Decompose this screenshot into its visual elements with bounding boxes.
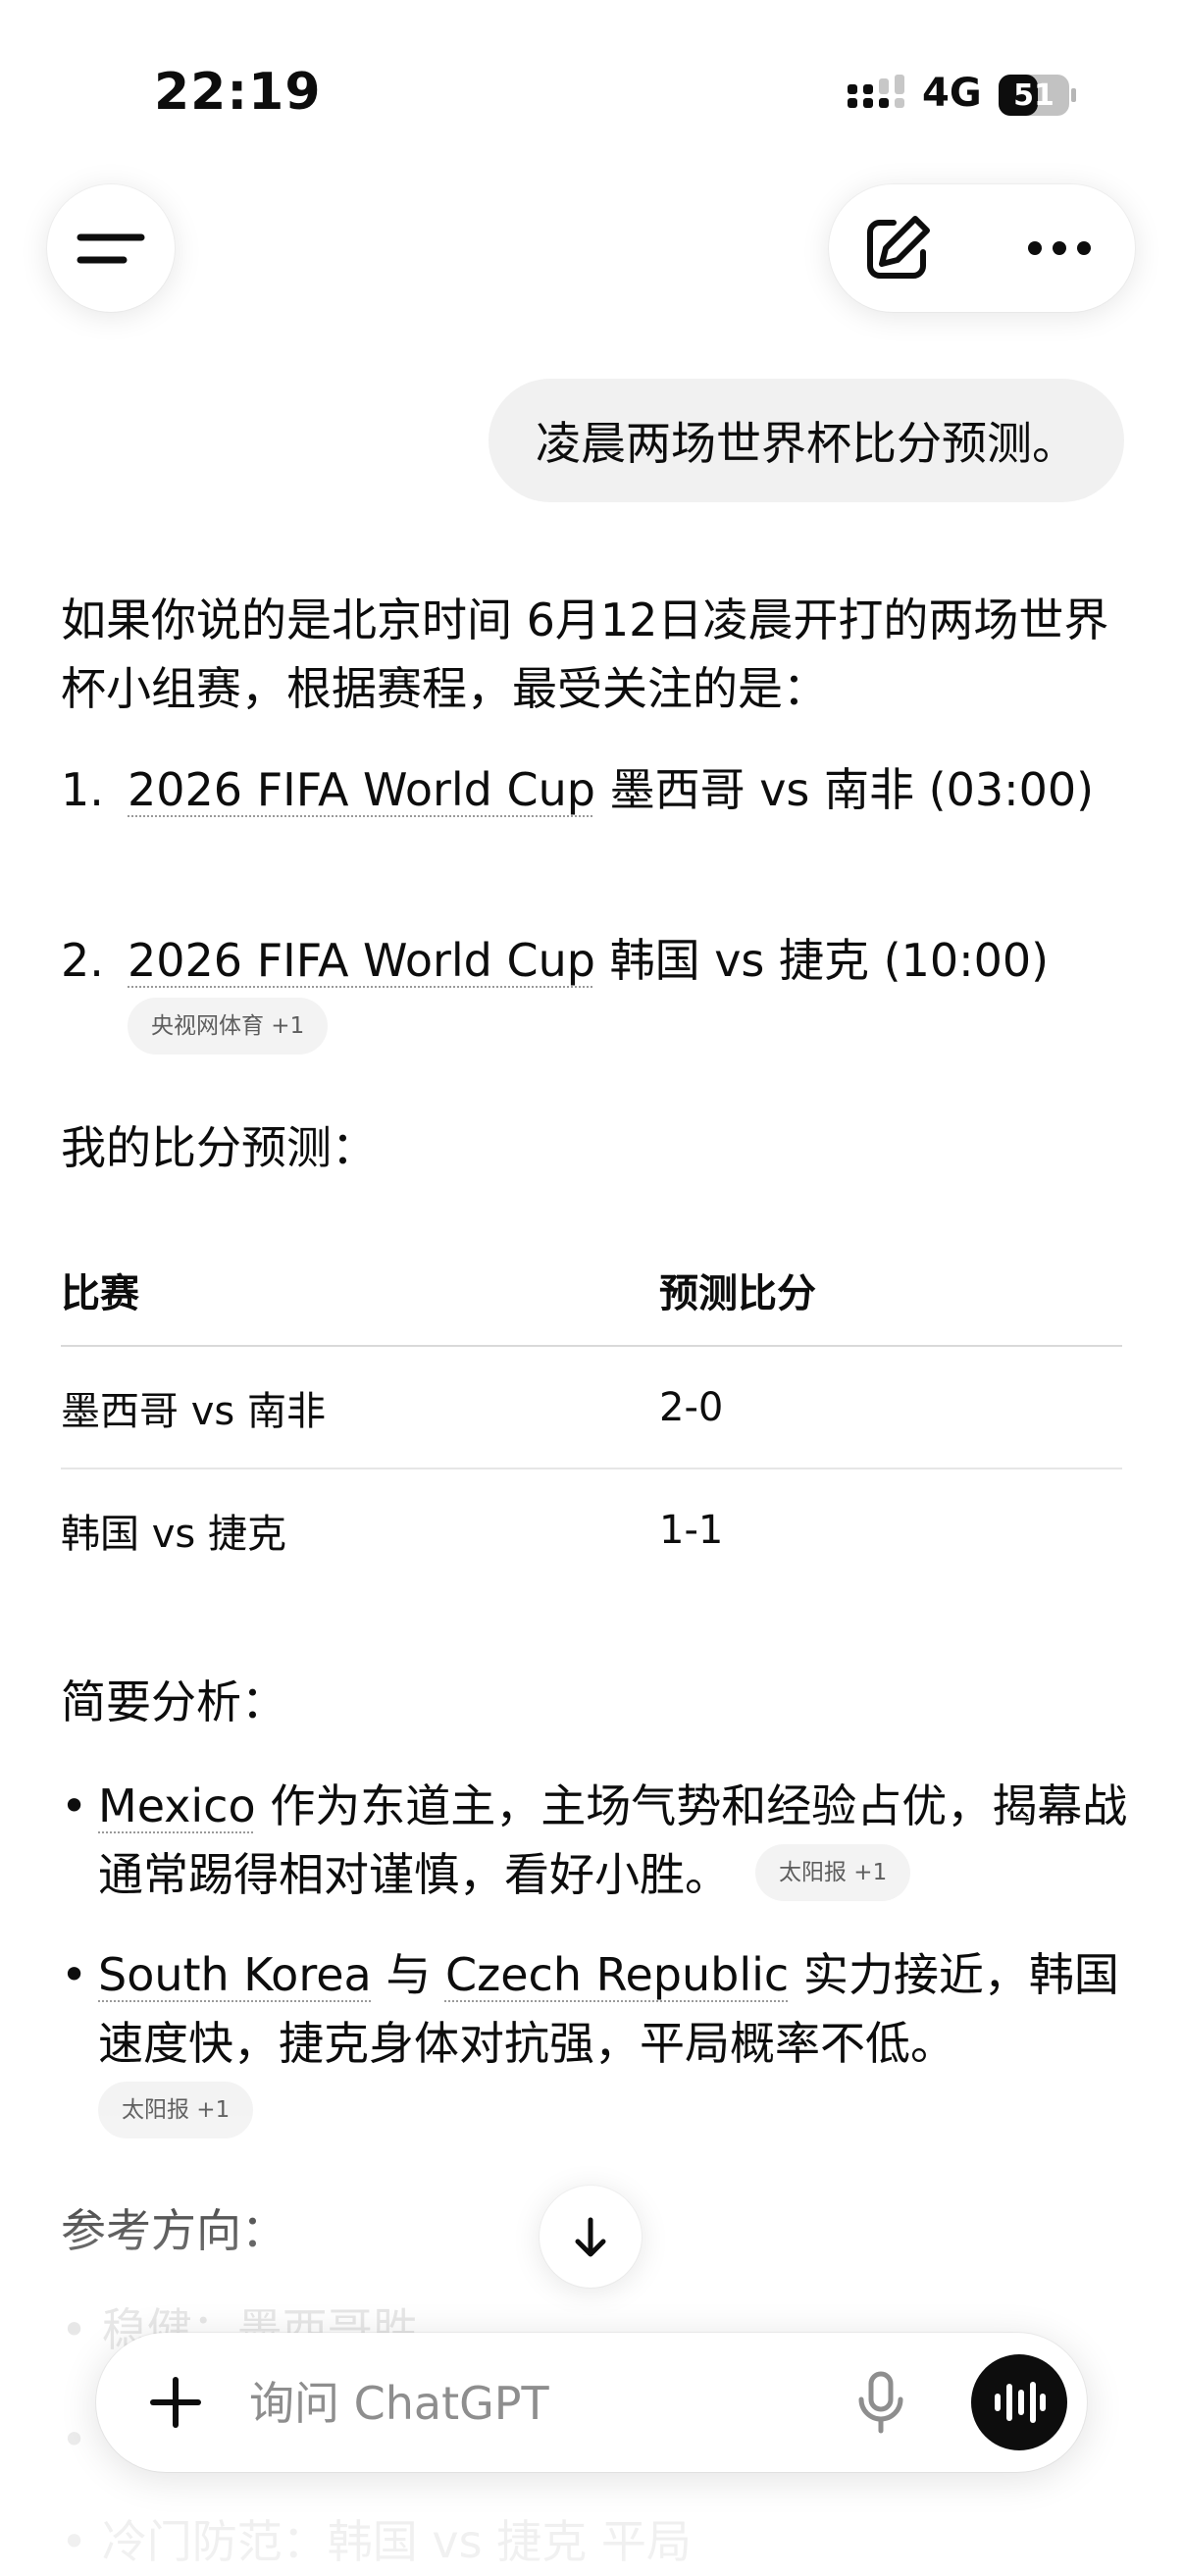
- prediction-table: 比赛 预测比分 墨西哥 vs 南非 2-0 韩国 vs 捷克 1-1: [61, 1234, 1122, 1590]
- edit-icon: [867, 216, 930, 279]
- reference-text: 冷门防范：韩国 vs 捷克 平局: [101, 2515, 692, 2568]
- scroll-down-button[interactable]: [540, 2186, 642, 2288]
- list-number: 2.: [61, 934, 104, 987]
- more-button[interactable]: [1015, 209, 1104, 287]
- table-cell-match: 墨西哥 vs 南非: [61, 1388, 326, 1434]
- mexico-link[interactable]: Mexico: [98, 1779, 256, 1832]
- world-cup-link[interactable]: 2026 FIFA World Cup: [128, 934, 595, 987]
- battery-level: 51: [1013, 77, 1054, 113]
- add-attachment-button[interactable]: [147, 2374, 204, 2431]
- bullet-dot: •: [61, 2413, 88, 2466]
- table-cell-match: 韩国 vs 捷克: [61, 1511, 286, 1557]
- voice-waveform-icon: [995, 2382, 1046, 2423]
- analysis-heading: 简要分析：: [61, 1675, 286, 1728]
- list-item-text: 韩国 vs 捷克 (10:00): [594, 934, 1050, 987]
- list-number: 1.: [61, 763, 104, 816]
- table-header-match: 比赛: [61, 1270, 139, 1316]
- analysis-connector: 与: [371, 1948, 445, 2001]
- table-row: 韩国 vs 捷克 1-1: [61, 1469, 1122, 1590]
- plus-icon: [150, 2377, 201, 2428]
- mic-icon: [858, 2371, 903, 2434]
- czech-republic-link[interactable]: Czech Republic: [445, 1948, 789, 2001]
- signal-icon: [848, 75, 904, 108]
- response-intro: 如果你说的是北京时间 6月12日凌晨开打的两场世界杯小组赛，根据赛程，最受关注的…: [61, 593, 1109, 715]
- bullet-dot: •: [61, 1948, 88, 2001]
- reference-item: • 冷门防范：韩国 vs 捷克 平局: [61, 2507, 692, 2576]
- source-chip[interactable]: 太阳报 +1: [755, 1843, 911, 1901]
- user-message-text: 凌晨两场世界杯比分预测。: [536, 417, 1077, 470]
- table-cell-score: 2-0: [659, 1384, 724, 1430]
- battery-icon: 51: [999, 75, 1077, 116]
- source-chip[interactable]: 央视网体育 +1: [128, 998, 329, 1055]
- composer-bar: [96, 2333, 1087, 2472]
- arrow-down-icon: [575, 2217, 606, 2257]
- list-item-text: 墨西哥 vs 南非 (03:00): [594, 763, 1095, 816]
- new-chat-button[interactable]: [858, 209, 937, 287]
- ellipsis-icon: [1028, 241, 1091, 255]
- header-actions: [829, 184, 1135, 312]
- bullet-dot: •: [61, 2303, 102, 2356]
- bullet-dot: •: [61, 1779, 88, 1832]
- status-time: 22:19: [154, 63, 322, 122]
- table-header-row: 比赛 预测比分: [61, 1234, 1122, 1347]
- reference-heading: 参考方向：: [61, 2204, 286, 2257]
- world-cup-link[interactable]: 2026 FIFA World Cup: [128, 763, 595, 816]
- table-cell-score: 1-1: [659, 1507, 724, 1553]
- voice-mode-button[interactable]: [971, 2354, 1067, 2450]
- prediction-heading: 我的比分预测：: [61, 1121, 377, 1174]
- south-korea-link[interactable]: South Korea: [98, 1948, 372, 2001]
- hamburger-icon: [77, 233, 145, 264]
- source-chip[interactable]: 太阳报 +1: [98, 2082, 254, 2138]
- user-message-bubble: 凌晨两场世界杯比分预测。: [489, 379, 1124, 502]
- menu-button[interactable]: [47, 184, 175, 312]
- dictation-button[interactable]: [853, 2370, 908, 2435]
- table-header-score: 预测比分: [659, 1270, 816, 1316]
- network-label: 4G: [922, 71, 982, 116]
- table-row: 墨西哥 vs 南非 2-0: [61, 1347, 1122, 1469]
- chat-input[interactable]: [247, 2362, 800, 2445]
- bullet-dot: •: [61, 2515, 102, 2568]
- reference-item: •: [61, 2405, 87, 2474]
